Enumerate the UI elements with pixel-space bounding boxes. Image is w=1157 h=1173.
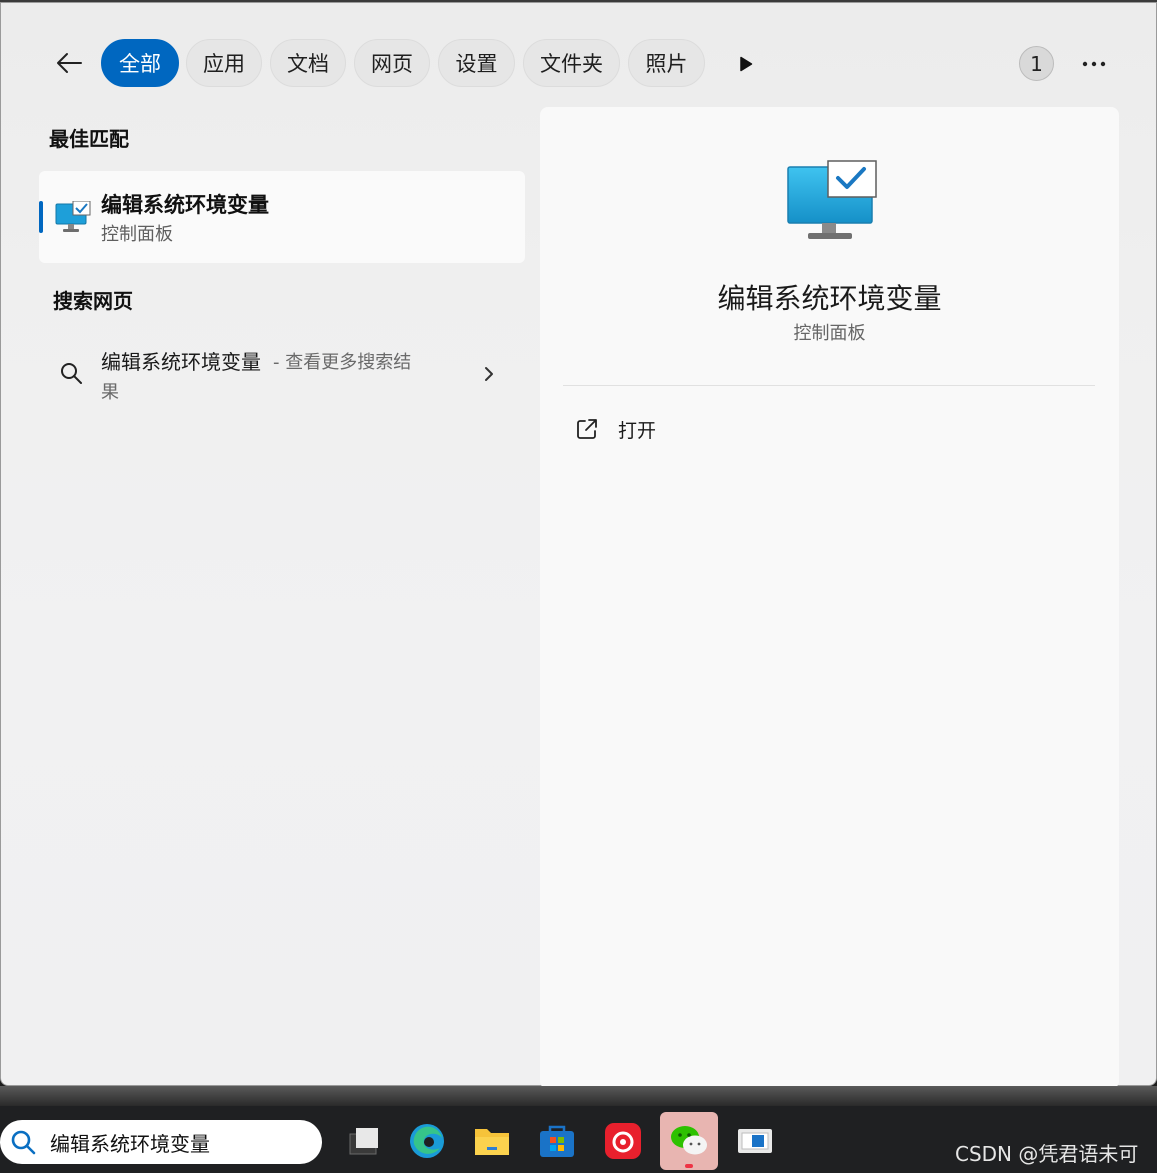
edge-button[interactable]: [398, 1112, 456, 1170]
taskbar: 编辑系统环境变量 CSDN @凭君语未可: [0, 1106, 1157, 1173]
more-filters-button[interactable]: [731, 49, 761, 79]
microsoft-store-icon: [540, 1125, 574, 1157]
search-icon: [11, 1130, 36, 1155]
web-search-heading: 搜索网页: [53, 289, 133, 313]
taskbar-search-value: 编辑系统环境变量: [50, 1131, 210, 1156]
chevron-right-icon: [485, 367, 493, 381]
play-icon: [740, 56, 753, 72]
tab-all[interactable]: 全部: [101, 39, 179, 87]
arrow-left-icon: [57, 53, 82, 73]
netease-music-icon: [605, 1123, 641, 1159]
open-label: 打开: [618, 419, 657, 442]
back-button[interactable]: [51, 45, 87, 81]
web-query-text: 编辑系统环境变量: [101, 350, 261, 374]
best-match-heading: 最佳匹配: [49, 127, 129, 151]
more-options-button[interactable]: [1075, 47, 1113, 81]
preview-title: 编辑系统环境变量: [717, 282, 942, 315]
points-badge[interactable]: 1: [1019, 46, 1054, 81]
web-hint-text-continued: 果: [101, 382, 119, 403]
search-icon: [61, 363, 82, 384]
tab-folders[interactable]: 文件夹: [523, 39, 620, 87]
best-match-result[interactable]: 编辑系统环境变量 控制面板: [39, 171, 525, 263]
task-view-button[interactable]: [332, 1112, 390, 1170]
open-external-icon: [577, 419, 597, 439]
netease-music-button[interactable]: [594, 1112, 652, 1170]
running-indicator: [685, 1164, 693, 1168]
desktop-background: [0, 1086, 1157, 1106]
result-title: 编辑系统环境变量: [101, 193, 269, 217]
watermark: CSDN @凭君语未可: [955, 1142, 1139, 1166]
selection-indicator: [39, 201, 43, 233]
open-action[interactable]: 打开: [576, 409, 656, 449]
tab-photos[interactable]: 照片: [628, 39, 705, 87]
window-app-icon: [738, 1129, 772, 1153]
microsoft-store-button[interactable]: [528, 1112, 586, 1170]
edge-icon: [410, 1124, 444, 1158]
tab-documents[interactable]: 文档: [270, 39, 346, 87]
web-hint-text: - 查看更多搜索结: [273, 352, 412, 373]
file-explorer-icon: [475, 1129, 509, 1155]
web-search-result[interactable]: 编辑系统环境变量 - 查看更多搜索结 果: [39, 329, 525, 419]
file-explorer-button[interactable]: [463, 1112, 521, 1170]
wechat-button[interactable]: [660, 1112, 718, 1170]
more-dots-icon: [1082, 61, 1106, 67]
divider: [563, 385, 1095, 386]
preview-pane: 编辑系统环境变量 控制面板 打开: [540, 107, 1119, 1089]
tab-web[interactable]: 网页: [354, 39, 430, 87]
taskbar-search-box[interactable]: 编辑系统环境变量: [0, 1120, 322, 1164]
system-properties-icon: [55, 201, 91, 232]
system-properties-icon: [787, 160, 877, 239]
result-subtitle: 控制面板: [101, 224, 173, 245]
wechat-icon: [671, 1126, 707, 1155]
tab-apps[interactable]: 应用: [186, 39, 262, 87]
window-app-button[interactable]: [726, 1112, 784, 1170]
tab-settings[interactable]: 设置: [438, 39, 515, 87]
search-window: 全部 应用 文档 网页 设置 文件夹 照片 1 最佳匹配 编辑系统环境变量 控制…: [0, 2, 1157, 1089]
task-view-icon: [349, 1128, 378, 1155]
preview-subtitle: 控制面板: [793, 323, 866, 344]
